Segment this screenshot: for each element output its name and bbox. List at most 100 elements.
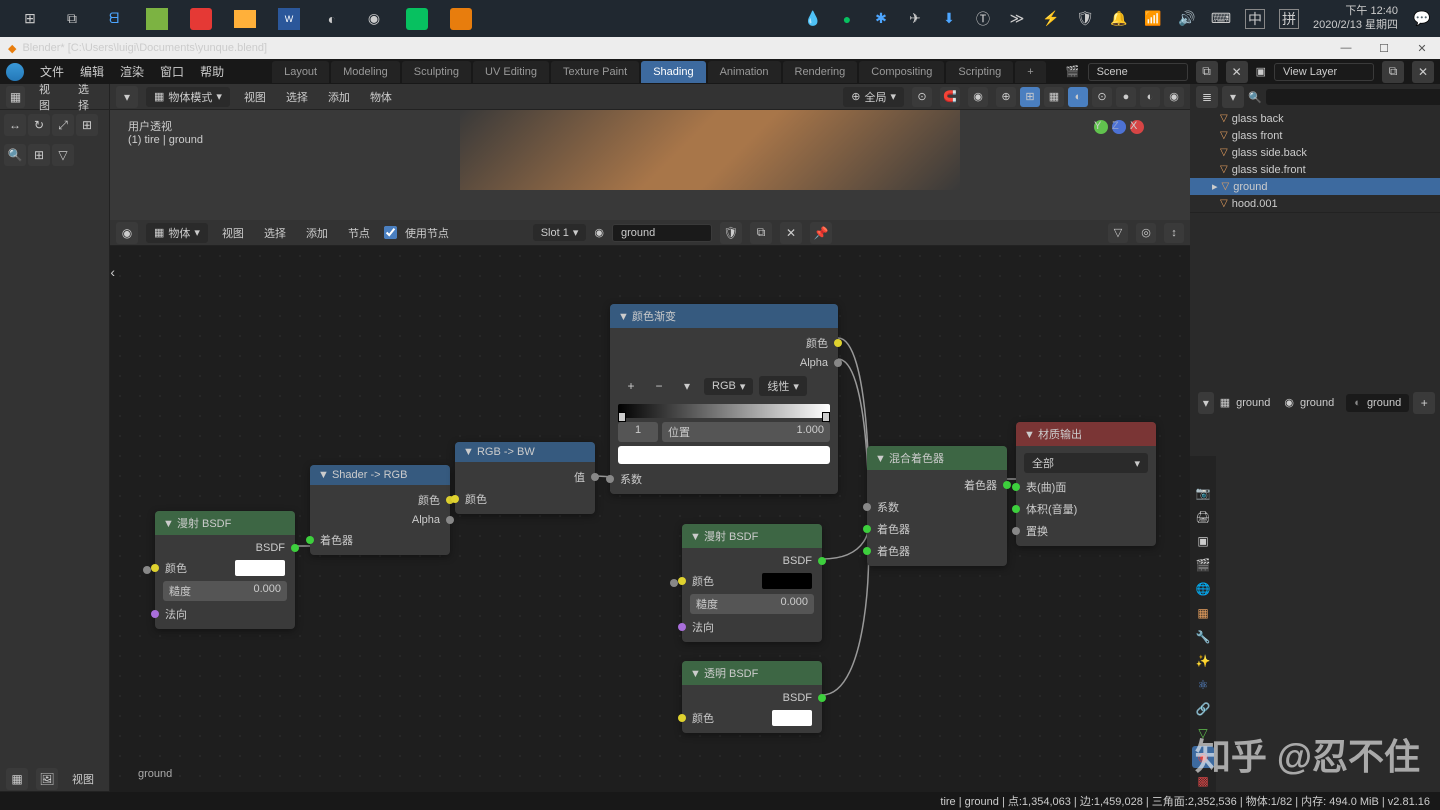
tab-physics[interactable]: ⚛ [1192, 674, 1214, 696]
menu-select[interactable]: 选择 [280, 87, 314, 107]
viewlayer-field[interactable] [1274, 63, 1374, 81]
overlay-button[interactable]: ⊞ [1020, 87, 1040, 107]
tool-move[interactable]: ↔ [4, 114, 26, 136]
pin-button[interactable]: 📌 [810, 222, 832, 244]
minimize-button[interactable]: — [1336, 42, 1356, 55]
editor-type-button[interactable]: ▦ [6, 768, 28, 790]
menu-help[interactable]: 帮助 [192, 59, 232, 84]
menu-view[interactable]: 视图 [216, 223, 250, 243]
fake-user-button[interactable]: 🛡 [720, 222, 742, 244]
tab-scene[interactable]: 🎬 [1192, 554, 1214, 576]
tray-icon[interactable]: ✈ [905, 9, 925, 29]
tray-icon[interactable]: 🛡 [1075, 9, 1095, 29]
tray-icon[interactable]: Ⓣ [973, 9, 993, 29]
menu-select[interactable]: 选择 [258, 223, 292, 243]
tray-icon[interactable]: ⌨ [1211, 9, 1231, 29]
taskbar-clock[interactable]: 下午 12:40 2020/2/13 星期四 [1313, 5, 1398, 31]
node-diffuse-bsdf-2[interactable]: ▼ 漫射 BSDF BSDF 颜色 糙度0.000 法向 [682, 524, 822, 642]
editor-type-button[interactable]: ▾ [1198, 392, 1214, 414]
color-swatch[interactable] [762, 573, 812, 589]
proportional-button[interactable]: ◉ [968, 87, 988, 107]
ramp-colormode[interactable]: RGB▾ [704, 378, 753, 395]
ramp-menu-button[interactable]: ▾ [676, 375, 698, 397]
maximize-button[interactable]: ☐ [1374, 42, 1394, 55]
node-editor[interactable]: 🔍 ✋ ‹ ▼ 漫射 BSDF BSDF 颜色 糙度0.000 [110, 246, 1190, 792]
node-icon[interactable]: ↕ [1164, 223, 1184, 243]
node-mix-shader[interactable]: ▼ 混合着色器 着色器 系数 着色器 着色器 [867, 446, 1007, 566]
stop-index[interactable]: 1 [618, 422, 658, 442]
display-mode-button[interactable]: ▾ [1222, 86, 1244, 108]
tray-icon[interactable]: ⚡ [1041, 9, 1061, 29]
outliner-item-selected[interactable]: ▸▽ground◉👁📷 [1190, 178, 1440, 195]
tab-compositing[interactable]: Compositing [859, 61, 944, 83]
task-view-icon[interactable]: ⧉ [62, 9, 82, 29]
tray-icon[interactable]: 💧 [803, 9, 823, 29]
tab-viewlayer[interactable]: ▣ [1192, 530, 1214, 552]
menu-render[interactable]: 渲染 [112, 59, 152, 84]
ramp-add-button[interactable]: + [620, 375, 642, 397]
tab-uv-editing[interactable]: UV Editing [473, 61, 549, 83]
explorer-icon[interactable] [234, 10, 256, 28]
tab-particles[interactable]: ✨ [1192, 650, 1214, 672]
editor-type-button[interactable]: ◉ [116, 222, 138, 244]
tab-sculpting[interactable]: Sculpting [402, 61, 471, 83]
color-ramp-widget[interactable] [618, 404, 830, 418]
scene-delete-button[interactable]: ✕ [1226, 61, 1248, 83]
node-rgb-to-bw[interactable]: ▼ RGB -> BW 值 颜色 [455, 442, 595, 514]
tab-object[interactable]: ▦ [1192, 602, 1214, 624]
tool-icon[interactable]: ⊞ [28, 144, 50, 166]
viewlayer-delete-button[interactable]: ✕ [1412, 61, 1434, 83]
output-target[interactable]: 全部▾ [1024, 453, 1148, 473]
ramp-remove-button[interactable]: − [648, 375, 670, 397]
blender-logo-icon[interactable] [6, 63, 24, 81]
shading-lookdev[interactable]: ◐ [1140, 87, 1160, 107]
app-icon[interactable]: ◐ [322, 9, 342, 29]
tray-icon[interactable]: ≫ [1007, 9, 1027, 29]
menu-add[interactable]: 添加 [300, 223, 334, 243]
viewport-3d[interactable]: 用户透视 (1) tire | ground Z Y X [110, 110, 1190, 220]
nav-gizmo[interactable]: Z Y X [1094, 120, 1144, 170]
tab-shading[interactable]: Shading [641, 61, 705, 83]
chrome-icon[interactable]: ◉ [364, 9, 384, 29]
start-icon[interactable]: ⊞ [20, 9, 40, 29]
close-button[interactable]: ✕ [1412, 42, 1432, 55]
menu-add[interactable]: 添加 [322, 87, 356, 107]
color-swatch[interactable] [235, 560, 285, 576]
menu-window[interactable]: 窗口 [152, 59, 192, 84]
tab-rendering[interactable]: Rendering [783, 61, 858, 83]
tab-animation[interactable]: Animation [708, 61, 781, 83]
menu-object[interactable]: 物体 [364, 87, 398, 107]
tab-constraints[interactable]: 🔗 [1192, 698, 1214, 720]
unlink-button[interactable]: ✕ [780, 222, 802, 244]
wechat-icon[interactable] [406, 8, 428, 30]
gizmo-button[interactable]: ⊕ [996, 87, 1016, 107]
node-material-output[interactable]: ▼ 材质输出 全部▾ 表(曲)面 体积(音量) 置换 [1016, 422, 1156, 546]
tray-icon[interactable]: 🔔 [1109, 9, 1129, 29]
viewlayer-browse-button[interactable]: ⧉ [1382, 61, 1404, 83]
mode-selector[interactable]: ▦物体模式▾ [146, 87, 230, 107]
tray-icon[interactable]: 📶 [1143, 9, 1163, 29]
outliner-search[interactable] [1266, 89, 1440, 105]
shading-solid[interactable]: ● [1116, 87, 1136, 107]
tab-render[interactable]: 📷 [1192, 482, 1214, 504]
use-nodes-checkbox[interactable] [384, 226, 397, 239]
roughness-field[interactable]: 糙度0.000 [690, 594, 814, 614]
new-material-button[interactable]: ⧉ [750, 222, 772, 244]
tray-icon[interactable]: ● [837, 9, 857, 29]
material-name-field[interactable] [612, 224, 712, 242]
ime-icon[interactable]: 拼 [1279, 9, 1299, 29]
node-transparent-bsdf[interactable]: ▼ 透明 BSDF BSDF 颜色 [682, 661, 822, 733]
tab-modifiers[interactable]: 🔧 [1192, 626, 1214, 648]
menu-view[interactable]: 视图 [238, 87, 272, 107]
node-shader-to-rgb[interactable]: ▼ Shader -> RGB 颜色 Alpha 着色器 [310, 465, 450, 555]
editor-type-button[interactable]: ▦ [6, 86, 25, 108]
expand-icon[interactable]: ‹ [110, 264, 115, 280]
outliner-item[interactable]: ▽glass front◉👁📷 [1190, 127, 1440, 144]
stop-position[interactable]: 位置1.000 [662, 422, 830, 442]
notifications-icon[interactable]: 💬 [1412, 9, 1432, 29]
tray-icon[interactable]: ✱ [871, 9, 891, 29]
app-icon[interactable] [146, 8, 168, 30]
outliner-item[interactable]: ▽glass back◉👁📷 [1190, 110, 1440, 127]
shading-button[interactable]: ◐ [1068, 87, 1088, 107]
roughness-field[interactable]: 糙度0.000 [163, 581, 287, 601]
